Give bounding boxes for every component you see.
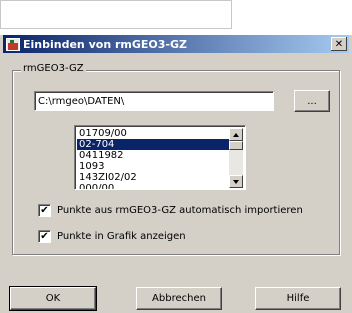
- project-listbox[interactable]: 01709/00 02-704 0411982 1093 143ZI02/02 000/0…: [74, 125, 246, 190]
- list-scrollbar[interactable]: [229, 128, 243, 188]
- scroll-down-button[interactable]: [229, 175, 243, 188]
- path-input[interactable]: [34, 91, 274, 111]
- list-item[interactable]: 000/00: [77, 183, 229, 189]
- help-button-label: Hilfe: [286, 293, 310, 304]
- auto-import-checkbox[interactable]: ✔: [38, 204, 51, 217]
- ok-button-label: OK: [45, 293, 61, 304]
- dialog-window: Einbinden von rmGEO3-GZ ✕ rmGEO3-GZ ... …: [0, 35, 352, 313]
- window-title: Einbinden von rmGEO3-GZ: [23, 37, 187, 51]
- close-icon: ✕: [334, 38, 344, 50]
- help-button[interactable]: Hilfe: [255, 287, 341, 310]
- cancel-button[interactable]: Abbrechen: [136, 287, 222, 310]
- background-text-field: [0, 0, 232, 29]
- scroll-thumb[interactable]: [229, 141, 243, 150]
- list-item[interactable]: 0411982: [77, 150, 229, 161]
- auto-import-option[interactable]: ✔ Punkte aus rmGEO3-GZ automatisch impor…: [38, 204, 303, 217]
- auto-import-label: Punkte aus rmGEO3-GZ automatisch importi…: [57, 205, 303, 216]
- title-bar[interactable]: Einbinden von rmGEO3-GZ ✕: [3, 35, 349, 53]
- cancel-button-label: Abbrechen: [152, 293, 206, 304]
- ok-button[interactable]: OK: [10, 287, 96, 310]
- list-items: 01709/00 02-704 0411982 1093 143ZI02/02 000/0…: [77, 128, 229, 189]
- list-item[interactable]: 1093: [77, 161, 229, 172]
- app-icon: [6, 37, 20, 51]
- checkmark-icon: ✔: [40, 204, 49, 216]
- arrow-down-icon: [233, 179, 239, 184]
- scroll-up-button[interactable]: [229, 128, 243, 141]
- show-graphic-checkbox[interactable]: ✔: [38, 230, 51, 243]
- arrow-up-icon: [233, 132, 239, 137]
- close-button[interactable]: ✕: [331, 37, 347, 51]
- list-item[interactable]: 01709/00: [77, 128, 229, 139]
- checkmark-icon: ✔: [40, 230, 49, 242]
- show-graphic-option[interactable]: ✔ Punkte in Grafik anzeigen: [38, 230, 186, 243]
- show-graphic-label: Punkte in Grafik anzeigen: [57, 231, 186, 242]
- list-item[interactable]: 02-704: [77, 139, 229, 150]
- browse-button[interactable]: ...: [294, 90, 330, 112]
- group-label: rmGEO3-GZ: [21, 63, 86, 74]
- list-item[interactable]: 143ZI02/02: [77, 172, 229, 183]
- browse-button-label: ...: [307, 95, 317, 107]
